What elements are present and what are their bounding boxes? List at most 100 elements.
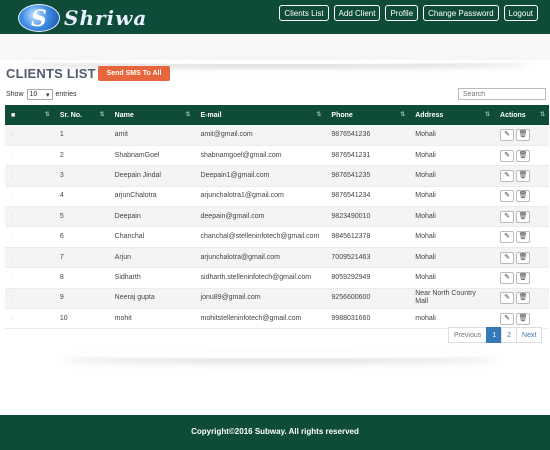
edit-button[interactable]: ✎: [500, 190, 515, 203]
nav-clients-list[interactable]: Clients List: [279, 5, 329, 21]
delete-button[interactable]: 🗑: [516, 251, 531, 264]
header-address[interactable]: Address ⇅: [409, 105, 495, 125]
delete-button[interactable]: 🗑: [516, 149, 531, 162]
cell-name: Neeraj gupta: [108, 288, 195, 310]
logo-emblem: [18, 4, 60, 32]
header-phone[interactable]: Phone ⇅: [325, 105, 410, 125]
clients-table: ■ ⇅ Sr. No. ⇅ Name ⇅ E-mail ⇅ Phone ⇅ Address…: [5, 105, 549, 330]
table-row: :1 amit amit@gmail.com 9876541236 Mohali ✎ 🗑: [5, 125, 549, 146]
delete-button[interactable]: 🗑: [516, 128, 531, 141]
entries-select[interactable]: 10 ▾: [26, 89, 53, 100]
row-select[interactable]: :: [5, 288, 54, 310]
edit-button[interactable]: ✎: [500, 312, 515, 325]
top-bar: Shriwa Clients List Add Client Profile C…: [0, 0, 550, 34]
cell-address: Mohali: [409, 186, 495, 208]
brand-logo[interactable]: Shriwa: [18, 4, 146, 32]
cell-email: arjunchalotra1@gmail.com: [194, 186, 326, 208]
row-select[interactable]: :: [5, 267, 54, 289]
header-email[interactable]: E-mail ⇅: [194, 105, 326, 125]
edit-button[interactable]: ✎: [500, 210, 515, 223]
checkbox-icon: :: [11, 213, 13, 220]
pagination-previous[interactable]: Previous: [448, 327, 488, 343]
pencil-icon: ✎: [504, 273, 510, 281]
cell-email: chanchal@stelleninfotech@gmail.com: [194, 226, 326, 248]
checkbox-icon: :: [11, 131, 13, 138]
table-row: : 5 Deepain deepain@gmail.com 9823490010 Moha…: [5, 206, 549, 228]
edit-button[interactable]: ✎: [500, 292, 515, 305]
cell-name: amit: [108, 125, 195, 146]
row-select[interactable]: :: [5, 165, 54, 187]
row-select[interactable]: :: [5, 145, 54, 167]
pagination-next[interactable]: Next: [516, 327, 543, 343]
table-row: : 7 Arjun arjunchalotra@gmail.com 7009521463…: [5, 247, 549, 269]
nav-profile[interactable]: Profile: [385, 5, 419, 21]
row-select[interactable]: :: [5, 125, 54, 146]
trash-icon: 🗑: [518, 171, 528, 179]
row-select[interactable]: :: [5, 206, 54, 228]
cell-name: mohit: [108, 308, 195, 330]
pencil-icon: ✎: [504, 314, 510, 322]
edit-button[interactable]: ✎: [500, 231, 515, 244]
cell-address: Mohali: [409, 206, 495, 228]
cell-phone: 9845612378: [325, 226, 410, 248]
entries-length-control: Show 10 ▾ entries: [6, 89, 77, 100]
nav-add-client[interactable]: Add Client: [333, 5, 381, 21]
select-all-header[interactable]: ■ ⇅: [5, 105, 54, 125]
row-select[interactable]: :: [5, 226, 54, 248]
delete-button[interactable]: 🗑: [516, 231, 531, 244]
row-select[interactable]: :: [5, 186, 54, 208]
cell-actions: ✎ 🗑: [494, 226, 549, 248]
pagination-page-2[interactable]: 2: [501, 327, 518, 343]
header-sr-no[interactable]: Sr. No. ⇅: [53, 105, 109, 125]
nav-change-password[interactable]: Change Password: [423, 5, 499, 21]
delete-button[interactable]: 🗑: [516, 210, 531, 223]
main-nav: Clients List Add Client Profile Change P…: [279, 5, 538, 21]
pagination-page-1[interactable]: 1: [486, 327, 503, 343]
table-header-row: ■ ⇅ Sr. No. ⇅ Name ⇅ E-mail ⇅ Phone ⇅ Address…: [5, 105, 549, 125]
cell-phone: 9988031660: [325, 308, 410, 330]
table-row: : 8 Sidharth sidharth.stelleninfotech@gmail…: [5, 267, 549, 289]
cell-address: Mohali: [409, 165, 495, 187]
edit-button[interactable]: ✎: [500, 169, 515, 182]
nav-logout[interactable]: Logout: [503, 5, 538, 21]
entries-label: entries: [55, 91, 77, 98]
cell-email: mohitstelleninfotech@gmail.com: [194, 308, 326, 330]
table-row: : 4 arjunChalotra arjunchalotra1@gmail.com 9…: [5, 186, 549, 208]
cell-name: Sidharth: [108, 267, 195, 289]
delete-button[interactable]: 🗑: [516, 292, 531, 305]
trash-icon: 🗑: [518, 130, 528, 138]
show-label: Show: [6, 91, 24, 98]
edit-button[interactable]: ✎: [500, 149, 515, 162]
edit-button[interactable]: ✎: [500, 128, 515, 141]
cell-name: Deepain: [108, 206, 195, 228]
delete-button[interactable]: 🗑: [516, 271, 531, 284]
send-sms-all-button[interactable]: Send SMS To All: [98, 66, 170, 81]
cell-sr-no: 9: [53, 288, 109, 310]
edit-button[interactable]: ✎: [500, 271, 515, 284]
cell-name: Deepain Jindal: [108, 165, 195, 187]
chevron-down-icon: ▾: [46, 91, 50, 99]
row-select[interactable]: :: [5, 308, 54, 330]
header-actions[interactable]: Actions ⇅: [494, 105, 549, 125]
search-input[interactable]: [458, 88, 546, 100]
copyright-text: Copyright©2016 Subway. All rights reserv…: [191, 427, 359, 436]
checkbox-icon: :: [11, 234, 13, 241]
trash-icon: 🗑: [518, 192, 528, 200]
cell-address: Near North Country Mall: [409, 288, 495, 310]
checkbox-icon: :: [11, 152, 13, 159]
edit-button[interactable]: ✎: [500, 251, 515, 264]
header-name[interactable]: Name ⇅: [108, 105, 195, 125]
sort-icon: ⇅: [99, 112, 105, 118]
pencil-icon: ✎: [504, 171, 510, 179]
sort-icon: ⇅: [316, 112, 322, 118]
delete-button[interactable]: 🗑: [516, 169, 531, 182]
pencil-icon: ✎: [504, 130, 510, 138]
table-row: : 2 ShabnamGoel shabnamgoel@gmail.com 987654…: [5, 145, 549, 167]
delete-button[interactable]: 🗑: [516, 190, 531, 203]
delete-button[interactable]: 🗑: [516, 312, 531, 325]
cell-sr-no: 1: [53, 125, 109, 146]
trash-icon: 🗑: [518, 253, 528, 261]
checkbox-icon: :: [11, 254, 13, 261]
row-select[interactable]: :: [5, 247, 54, 269]
cell-email: deepain@gmail.com: [194, 206, 326, 228]
